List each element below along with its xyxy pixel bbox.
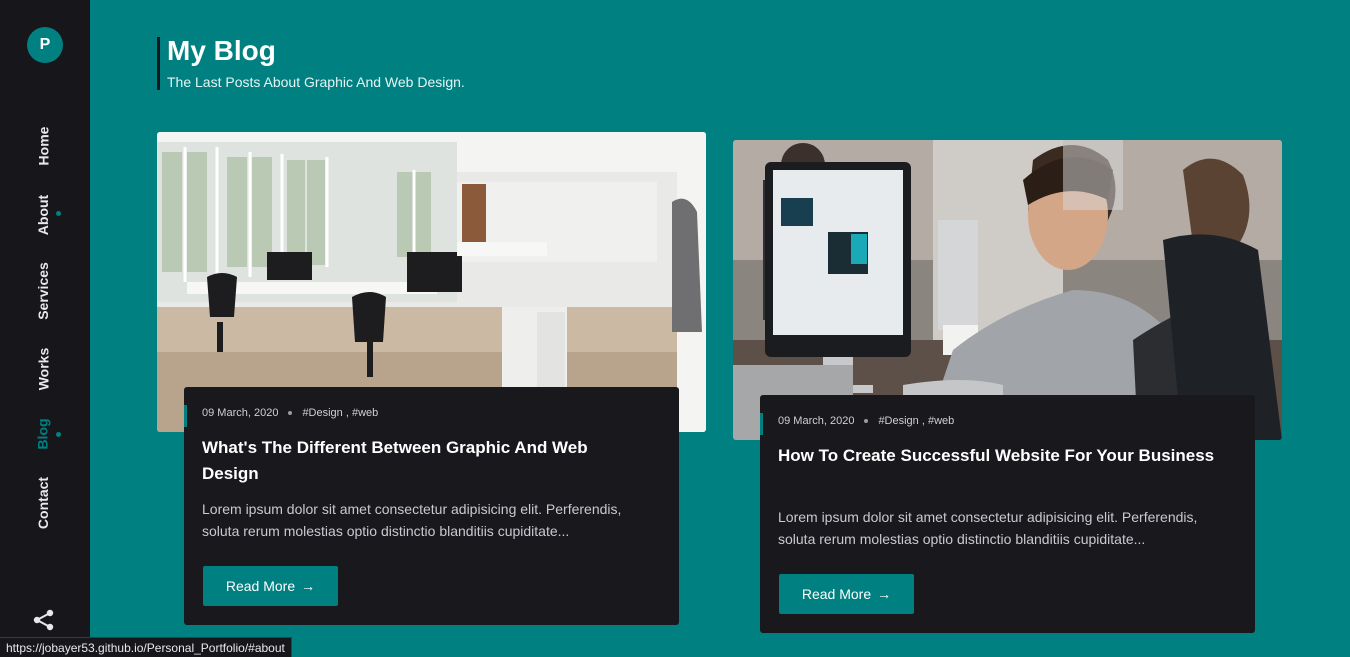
nav-home-label: Home	[35, 126, 51, 166]
post-1-read-more-button[interactable]: Read More →	[203, 566, 338, 606]
post-1-tags[interactable]: #Design , #web	[302, 407, 378, 419]
post-2-excerpt: Lorem ipsum dolor sit amet consectetur a…	[778, 509, 1198, 547]
nav-blog-indicator	[56, 432, 61, 437]
post-2-accent	[760, 413, 763, 435]
post-2-card: 09 March, 2020 #Design , #web How To Cre…	[760, 395, 1255, 633]
share-icon[interactable]	[32, 609, 56, 631]
post-2-tags[interactable]: #Design , #web	[878, 415, 954, 427]
post-1-title[interactable]: What's The Different Between Graphic And…	[202, 435, 639, 487]
nav-works-label: Works	[35, 347, 52, 391]
page-title: My Blog	[167, 35, 276, 66]
nav-blog[interactable]: Blog	[30, 394, 56, 474]
arrow-right-icon: →	[301, 578, 316, 594]
nav-home[interactable]: Home	[30, 106, 56, 186]
nav-about-label: About	[35, 194, 51, 236]
meta-separator	[864, 419, 869, 423]
section-heading: My Blog The Last Posts About Graphic And…	[157, 37, 465, 90]
nav-about[interactable]: About	[30, 175, 56, 255]
status-bar-url: https://jobayer53.github.io/Personal_Por…	[0, 637, 292, 657]
post-1-accent	[184, 405, 187, 427]
post-2-read-more-button[interactable]: Read More →	[779, 574, 914, 614]
page-subtitle: The Last Posts About Graphic And Web Des…	[167, 74, 465, 90]
post-2-title[interactable]: How To Create Successful Website For You…	[778, 443, 1215, 469]
brand-logo[interactable]: P	[27, 27, 63, 63]
read-more-label: Read More	[225, 578, 296, 594]
sidebar: P Home About Services Works Blog Contact	[0, 0, 90, 657]
post-1-card: 09 March, 2020 #Design , #web What's The…	[184, 387, 679, 625]
nav-contact[interactable]: Contact	[30, 463, 56, 543]
post-2-meta: 09 March, 2020 #Design , #web	[778, 415, 954, 427]
post-2-date: 09 March, 2020	[778, 415, 855, 427]
nav-services[interactable]: Services	[30, 251, 56, 331]
nav-contact-label: Contact	[35, 476, 51, 530]
post-1-date: 09 March, 2020	[202, 407, 279, 419]
meta-separator	[288, 411, 293, 415]
nav-about-indicator	[56, 211, 61, 216]
read-more-label: Read More	[801, 586, 872, 602]
nav-blog-label: Blog	[35, 418, 52, 450]
post-1-excerpt: Lorem ipsum dolor sit amet consectetur a…	[202, 501, 622, 539]
nav-services-label: Services	[35, 262, 52, 320]
arrow-right-icon: →	[877, 586, 892, 602]
post-1-meta: 09 March, 2020 #Design , #web	[202, 407, 378, 419]
